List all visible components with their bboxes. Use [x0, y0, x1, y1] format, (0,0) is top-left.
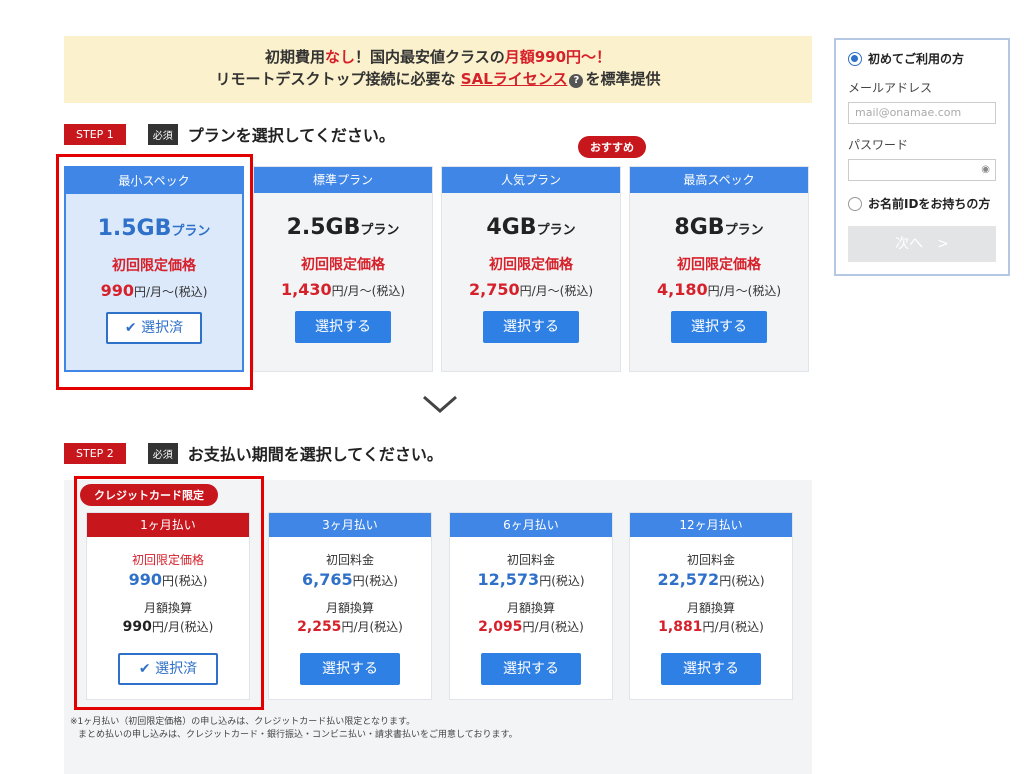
plan-price-label: 初回限定価格: [677, 257, 761, 273]
payment-monthly-price: 2,255円/月(税込): [297, 619, 403, 635]
sal-license-link[interactable]: SALライセンス: [461, 70, 568, 88]
plan-select-button[interactable]: 選択する: [671, 311, 767, 343]
plan-price: 2,750円/月〜(税込): [468, 280, 594, 299]
plan-head: 最高スペック: [630, 167, 808, 193]
plan-price-label: 初回限定価格: [301, 257, 385, 273]
step2-title: お支払い期間を選択してください。: [187, 445, 443, 464]
payment-label: 初回料金: [506, 553, 555, 567]
payment-card-12-month[interactable]: 12ヶ月払い 初回料金 22,572円(税込) 月額換算 1,881円/月(税込…: [629, 512, 793, 700]
radio-new-user[interactable]: 初めてご利用の方: [848, 50, 996, 67]
radio-existing-user[interactable]: お名前IDをお持ちの方: [848, 195, 996, 212]
plan-price: 1,430円/月〜(税込): [280, 280, 406, 299]
plan-head: 標準プラン: [254, 167, 432, 193]
payment-label: 初回料金: [325, 553, 374, 567]
promo-line-2: リモートデスクトップ接続に必要な SALライセンス? を標準提供: [215, 70, 661, 88]
payment-label: 初回料金: [686, 553, 735, 567]
payment-monthly-price: 1,881円/月(税込): [658, 619, 764, 635]
payment-first-price: 6,765円(税込): [302, 570, 398, 589]
question-circle-icon[interactable]: ?: [569, 74, 584, 88]
plan-head: 人気プラン: [442, 167, 620, 193]
login-box: 初めてご利用の方 メールアドレス mail@onamae.com パスワード ◉…: [834, 38, 1010, 276]
email-label: メールアドレス: [848, 81, 933, 95]
payment-card-3-month[interactable]: 3ヶ月払い 初回料金 6,765円(税込) 月額換算 2,255円/月(税込) …: [268, 512, 432, 700]
plan-card-8gb[interactable]: 最高スペック 8GBプラン 初回限定価格 4,180円/月〜(税込) 選択する: [629, 166, 809, 372]
payment-head: 6ヶ月払い: [450, 513, 612, 537]
highlight-frame: [56, 154, 253, 390]
plan-price-label: 初回限定価格: [489, 257, 573, 273]
payment-first-price: 22,572円(税込): [657, 570, 765, 589]
promo-line-1: 初期費用なし！国内最安値クラスの月額990円〜！: [264, 48, 612, 66]
payment-monthly-label: 月額換算: [506, 601, 555, 615]
payment-first-price: 12,573円(税込): [477, 570, 585, 589]
payment-notes: ※1ヶ月払い（初回限定価格）の申し込みは、クレジットカード払い限定となります。 …: [70, 717, 518, 740]
radio-off-icon[interactable]: [848, 196, 862, 211]
plan-name: 4GBプラン: [486, 215, 576, 240]
password-input[interactable]: ◉: [848, 159, 996, 181]
step2-badge: STEP 2: [64, 442, 126, 464]
highlight-frame: [74, 476, 264, 710]
password-label: パスワード: [848, 138, 909, 152]
plan-card-2-5gb[interactable]: 標準プラン 2.5GBプラン 初回限定価格 1,430円/月〜(税込) 選択する: [253, 166, 433, 372]
credit-card-only-badge: クレジットカード限定: [80, 484, 218, 506]
eye-icon[interactable]: ◉: [981, 164, 990, 175]
required-badge: 必須: [147, 123, 178, 145]
plan-card-4gb[interactable]: 人気プラン 4GBプラン 初回限定価格 2,750円/月〜(税込) 選択する: [441, 166, 621, 372]
plan-name: 2.5GBプラン: [286, 215, 400, 240]
chevron-down-icon: [423, 395, 457, 413]
plan-price: 4,180円/月〜(税込): [656, 280, 782, 299]
next-button[interactable]: 次へ >: [848, 226, 996, 262]
promo-banner: 初期費用なし！国内最安値クラスの月額990円〜！ リモートデスクトップ接続に必要…: [64, 36, 812, 103]
recommend-badge: おすすめ: [578, 136, 646, 158]
payment-select-button[interactable]: 選択する: [661, 653, 761, 685]
plan-select-button[interactable]: 選択する: [483, 311, 579, 343]
payment-monthly-price: 2,095円/月(税込): [478, 619, 584, 635]
required-badge: 必須: [147, 442, 178, 464]
payment-head: 12ヶ月払い: [630, 513, 792, 537]
radio-on-icon[interactable]: [848, 51, 862, 66]
step1-header: STEP 1 必須 プランを選択してください。: [64, 122, 395, 146]
step2-header: STEP 2 必須 お支払い期間を選択してください。: [64, 441, 443, 465]
payment-select-button[interactable]: 選択する: [300, 653, 400, 685]
plan-name: 8GBプラン: [674, 215, 764, 240]
payment-select-button[interactable]: 選択する: [481, 653, 581, 685]
plan-select-button[interactable]: 選択する: [295, 311, 391, 343]
payment-card-6-month[interactable]: 6ヶ月払い 初回料金 12,573円(税込) 月額換算 2,095円/月(税込)…: [449, 512, 613, 700]
email-input[interactable]: mail@onamae.com: [848, 102, 996, 124]
payment-monthly-label: 月額換算: [686, 601, 735, 615]
payment-monthly-label: 月額換算: [325, 601, 374, 615]
step1-title: プランを選択してください。: [187, 126, 395, 145]
payment-head: 3ヶ月払い: [269, 513, 431, 537]
step1-badge: STEP 1: [64, 123, 126, 145]
